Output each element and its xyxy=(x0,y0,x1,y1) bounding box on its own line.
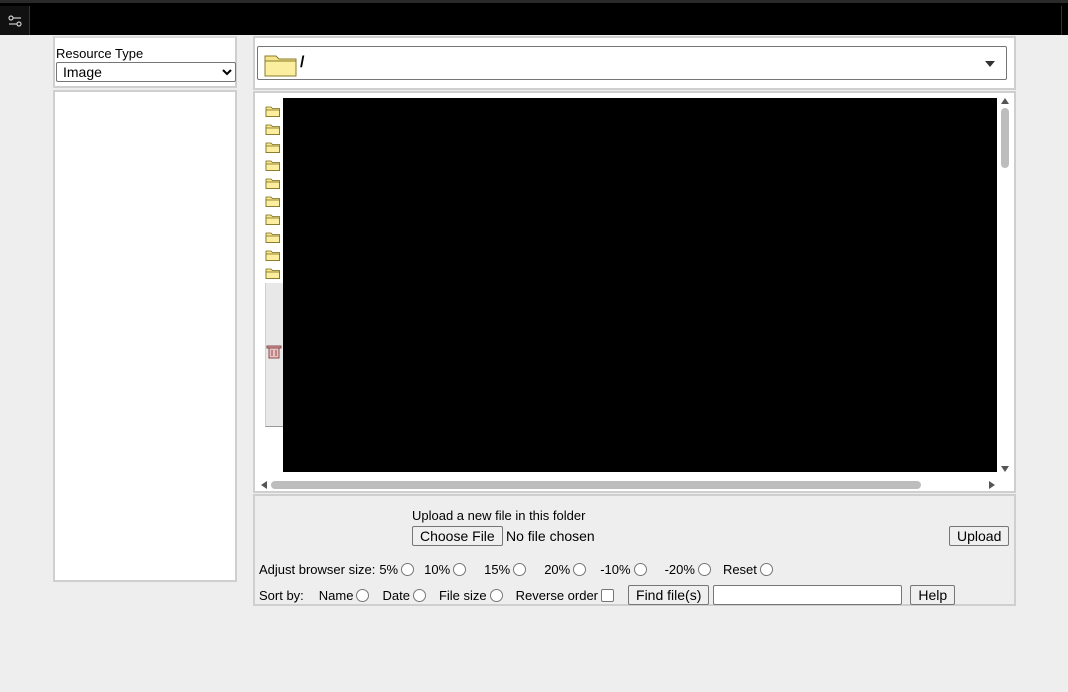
folder-list xyxy=(265,101,283,281)
folder-icon xyxy=(264,55,297,77)
folder-icon[interactable] xyxy=(265,263,281,281)
help-button[interactable]: Help xyxy=(910,585,956,605)
size-option-label: -10% xyxy=(600,562,631,577)
size-option-label: 20% xyxy=(544,562,571,577)
size-option-minus20[interactable]: -20% xyxy=(665,562,711,577)
resource-type-label: Resource Type xyxy=(56,46,144,61)
sliders-icon xyxy=(7,14,22,27)
scroll-up-icon[interactable] xyxy=(1001,98,1009,104)
size-radio[interactable] xyxy=(401,563,415,576)
folder-icon[interactable] xyxy=(265,119,281,137)
find-file-input[interactable] xyxy=(713,585,903,605)
size-option-15[interactable]: 15% xyxy=(484,562,527,577)
upload-button[interactable]: Upload xyxy=(949,526,1010,546)
current-path: / xyxy=(300,54,305,71)
folder-icon[interactable] xyxy=(265,245,281,263)
settings-toggle-button[interactable] xyxy=(0,6,30,35)
reverse-order-option[interactable]: Reverse order xyxy=(515,587,615,603)
image-preview xyxy=(283,98,997,472)
folder-icon[interactable] xyxy=(265,155,281,173)
path-dropdown[interactable]: / xyxy=(257,46,1007,80)
folder-icon[interactable] xyxy=(265,209,281,227)
reverse-order-label: Reverse order xyxy=(515,587,599,603)
size-option-5[interactable]: 5% xyxy=(379,562,415,577)
toolbar-divider xyxy=(1061,6,1062,35)
folder-icon[interactable] xyxy=(265,173,281,191)
sort-option-label: Date xyxy=(382,587,410,603)
size-radio[interactable] xyxy=(633,563,647,576)
sort-option-label: File size xyxy=(438,587,487,603)
size-option-label: Reset xyxy=(722,562,757,577)
size-option-label: 15% xyxy=(484,562,511,577)
sort-option-name[interactable]: Name xyxy=(319,588,370,603)
size-radio[interactable] xyxy=(697,563,711,576)
size-radio[interactable] xyxy=(573,563,587,576)
folder-icon[interactable] xyxy=(265,137,281,155)
choose-file-button[interactable]: Choose File xyxy=(412,526,503,546)
size-option-minus10[interactable]: -10% xyxy=(600,562,647,577)
folder-icon[interactable] xyxy=(265,227,281,245)
size-option-label: -20% xyxy=(664,562,695,577)
sort-by-label: Sort by: xyxy=(259,587,304,603)
browser-size-row: Adjust browser size: 5% 10% 15% 20% -10%… xyxy=(259,562,773,577)
file-browser xyxy=(253,91,1016,493)
size-radio[interactable] xyxy=(513,563,527,576)
chevron-down-icon xyxy=(985,61,995,67)
controls-panel: Upload a new file in this folder Choose … xyxy=(253,494,1016,606)
trash-icon[interactable] xyxy=(266,345,282,359)
scroll-right-icon[interactable] xyxy=(989,481,995,489)
find-files-button[interactable]: Find file(s) xyxy=(628,585,710,605)
sort-radio[interactable] xyxy=(412,588,426,602)
sort-option-date[interactable]: Date xyxy=(382,587,426,603)
no-file-text: No file chosen xyxy=(506,528,595,544)
sort-option-file-size[interactable]: File size xyxy=(439,588,503,603)
horizontal-scroll-thumb[interactable] xyxy=(271,481,921,489)
top-toolbar xyxy=(0,0,1068,35)
size-option-label: 10% xyxy=(424,562,451,577)
folder-icon[interactable] xyxy=(265,101,281,119)
size-option-label: 5% xyxy=(379,562,399,577)
size-radio[interactable] xyxy=(759,563,773,576)
folder-icon[interactable] xyxy=(265,191,281,209)
adjust-size-label: Adjust browser size: xyxy=(259,562,376,577)
sort-radio[interactable] xyxy=(489,588,503,602)
resource-type-select[interactable]: Image xyxy=(56,62,236,82)
vertical-scrollbar[interactable] xyxy=(998,94,1012,474)
size-option-reset[interactable]: Reset xyxy=(723,562,773,577)
scroll-down-icon[interactable] xyxy=(1001,466,1009,472)
resource-type-panel: Resource Type Image xyxy=(53,36,237,88)
sort-radio[interactable] xyxy=(356,588,370,602)
file-list-area xyxy=(265,283,283,427)
path-panel: / xyxy=(253,36,1016,90)
sort-option-label: Name xyxy=(318,587,354,603)
scroll-left-icon[interactable] xyxy=(261,481,267,489)
size-option-20[interactable]: 20% xyxy=(544,562,587,577)
upload-label: Upload a new file in this folder xyxy=(412,508,586,523)
sort-row: Sort by: Name Date File size Reverse ord… xyxy=(259,585,956,605)
size-radio[interactable] xyxy=(453,563,467,576)
vertical-scroll-thumb[interactable] xyxy=(1001,108,1009,168)
horizontal-scrollbar[interactable] xyxy=(257,477,999,491)
size-option-10[interactable]: 10% xyxy=(424,562,467,577)
folder-tree-panel[interactable] xyxy=(53,90,237,582)
reverse-order-checkbox[interactable] xyxy=(601,588,615,602)
